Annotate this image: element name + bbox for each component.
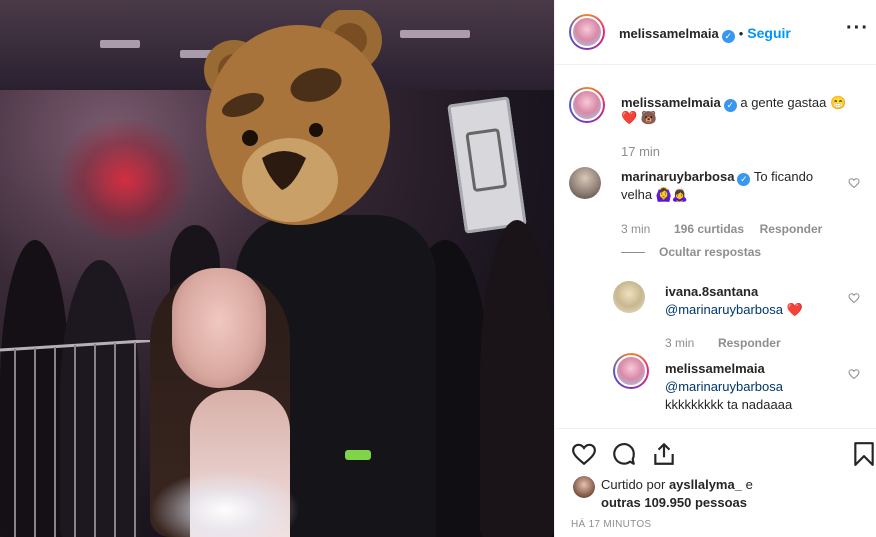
caption-avatar[interactable] bbox=[569, 87, 605, 123]
reply-username[interactable]: melissamelmaia bbox=[665, 361, 765, 376]
metal-railing bbox=[0, 340, 160, 537]
post-details-panel: melissamelmaia ✓ • Seguir ··· melissamelmai… bbox=[554, 0, 876, 537]
comment-bubble-icon[interactable] bbox=[611, 441, 637, 467]
comment-text-line1: To ficando bbox=[753, 169, 814, 184]
comment-meta: 3 min 196 curtidas Responder bbox=[621, 221, 822, 236]
red-stage-light bbox=[60, 120, 190, 240]
save-bookmark-icon[interactable] bbox=[853, 441, 875, 467]
follow-button[interactable]: Seguir bbox=[747, 25, 791, 41]
verified-badge-icon: ✓ bbox=[723, 99, 737, 112]
caption-username[interactable]: melissamelmaia bbox=[621, 95, 721, 110]
post-actions: Curtido por aysllalyma_ e outras 109.950… bbox=[555, 428, 876, 537]
girl-face bbox=[172, 268, 266, 388]
reply-avatar[interactable] bbox=[613, 353, 649, 389]
comment-username[interactable]: marinaruybarbosa bbox=[621, 169, 734, 184]
hide-replies-button[interactable]: Ocultar respostas bbox=[659, 245, 761, 259]
reply-text: ❤️ bbox=[786, 302, 803, 317]
reply-username[interactable]: ivana.8santana bbox=[665, 284, 758, 299]
like-reply-heart-icon[interactable] bbox=[848, 292, 860, 304]
likes-summary: Curtido por aysllalyma_ e outras 109.950… bbox=[601, 476, 753, 512]
reply-mention[interactable]: @marinaruybarbosa bbox=[665, 379, 783, 394]
ceiling-light bbox=[100, 40, 140, 48]
comment-body: marinaruybarbosa ✓ To ficando velha 🙆‍♀️🙇… bbox=[621, 168, 851, 204]
reply-reply-button[interactable]: Responder bbox=[718, 336, 781, 350]
comment-likes-count[interactable]: 196 curtidas bbox=[674, 222, 744, 236]
commenter-avatar[interactable] bbox=[569, 167, 601, 199]
green-wristband bbox=[345, 450, 371, 460]
author-username[interactable]: melissamelmaia bbox=[619, 26, 719, 41]
verified-badge-icon: ✓ bbox=[721, 30, 735, 43]
post-photo[interactable] bbox=[0, 0, 554, 537]
reply-text: kkkkkkkkk ta nadaaaa bbox=[665, 397, 793, 412]
reply-meta: 3 min Responder bbox=[665, 335, 781, 350]
likes-conj: e bbox=[745, 477, 753, 492]
liker-avatar[interactable] bbox=[573, 476, 595, 498]
ceiling-light bbox=[400, 30, 470, 38]
comment-text-line2: velha 🙆‍♀️🙇‍♀️ bbox=[621, 187, 689, 202]
separator-dot: • bbox=[738, 26, 744, 41]
reply-avatar[interactable] bbox=[613, 281, 645, 313]
reply-body: ivana.8santana @marinaruybarbosa ❤️ bbox=[665, 283, 855, 319]
post-timestamp[interactable]: HÁ 17 MINUTOS bbox=[571, 519, 651, 530]
comment-reply-button[interactable]: Responder bbox=[760, 222, 823, 236]
crowd-person bbox=[480, 220, 554, 537]
hide-replies[interactable]: Ocultar respostas bbox=[621, 244, 761, 259]
likes-prefix: Curtido por bbox=[601, 477, 666, 492]
verified-badge-icon: ✓ bbox=[737, 173, 751, 186]
hide-replies-line bbox=[621, 252, 645, 254]
caption-emojis: ❤️ 🐻 bbox=[621, 110, 657, 125]
speaker bbox=[447, 96, 527, 234]
likes-user[interactable]: aysllalyma_ bbox=[669, 477, 742, 492]
reply-body: melissamelmaia @marinaruybarbosa kkkkkkk… bbox=[665, 360, 855, 414]
header-author: melissamelmaia ✓ • Seguir bbox=[619, 25, 791, 43]
reply-time[interactable]: 3 min bbox=[665, 336, 694, 350]
camera-flash bbox=[150, 470, 300, 537]
teddy-bear-mask bbox=[204, 10, 390, 225]
comment-time[interactable]: 3 min bbox=[621, 222, 650, 236]
post-header: melissamelmaia ✓ • Seguir ··· bbox=[555, 0, 876, 65]
caption: melissamelmaia ✓ a gente gastaa 😁 bbox=[621, 94, 861, 112]
share-icon[interactable] bbox=[651, 441, 677, 467]
likes-others[interactable]: outras 109.950 pessoas bbox=[601, 495, 747, 510]
caption-text: a gente gastaa 😁 bbox=[740, 95, 847, 110]
more-options-icon[interactable]: ··· bbox=[846, 18, 869, 38]
author-avatar[interactable] bbox=[569, 14, 605, 50]
reply-mention[interactable]: @marinaruybarbosa bbox=[665, 302, 783, 317]
like-heart-icon[interactable] bbox=[571, 441, 597, 467]
caption-time[interactable]: 17 min bbox=[621, 144, 660, 159]
like-reply-heart-icon[interactable] bbox=[848, 368, 860, 380]
like-comment-heart-icon[interactable] bbox=[848, 177, 860, 189]
